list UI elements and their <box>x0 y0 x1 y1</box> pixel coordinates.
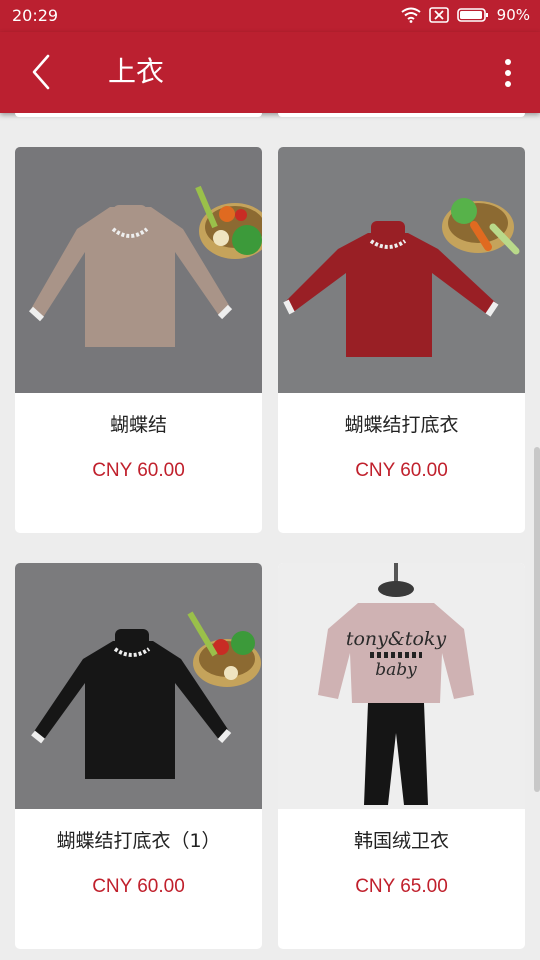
product-card[interactable]: 蝴蝶结打底衣（1） CNY 60.00 <box>15 563 262 949</box>
battery-icon <box>456 8 488 22</box>
product-card[interactable]: 蝴蝶结打底衣 CNY 60.00 <box>278 147 525 533</box>
product-name: 蝴蝶结打底衣 <box>344 414 459 436</box>
scrollbar[interactable] <box>534 447 540 792</box>
product-name: 蝴蝶结打底衣（1） <box>56 830 221 852</box>
product-card[interactable]: 蝴蝶结 CNY 60.00 <box>15 147 262 533</box>
no-sim-icon <box>428 7 449 23</box>
more-vertical-icon <box>505 59 511 87</box>
previous-card-edge <box>278 113 525 117</box>
back-button[interactable] <box>22 50 66 94</box>
product-price: CNY 60.00 <box>92 460 185 481</box>
status-time: 20:29 <box>12 6 59 25</box>
product-image <box>15 147 262 393</box>
status-bar: 20:29 90% <box>0 0 540 32</box>
previous-card-edge <box>15 113 262 117</box>
product-image <box>278 147 525 393</box>
wifi-icon <box>401 7 421 23</box>
svg-text:baby: baby <box>375 660 417 680</box>
product-price: CNY 60.00 <box>355 460 448 481</box>
chevron-left-icon <box>32 54 50 90</box>
status-icons: 90% <box>401 6 530 24</box>
product-name: 韩国绒卫衣 <box>353 830 449 852</box>
svg-text:tony&toky: tony&toky <box>346 628 447 650</box>
product-image: tony&toky baby <box>278 563 525 809</box>
product-price: CNY 65.00 <box>355 876 448 897</box>
product-image <box>15 563 262 809</box>
product-card[interactable]: tony&toky baby 韩国绒卫衣 CNY 65.00 <box>278 563 525 949</box>
product-price: CNY 60.00 <box>92 876 185 897</box>
product-name: 蝴蝶结 <box>109 414 167 436</box>
page-title: 上衣 <box>108 55 165 88</box>
more-options-button[interactable] <box>496 54 520 94</box>
app-bar: 上衣 <box>0 32 540 113</box>
battery-percent: 90% <box>496 6 530 24</box>
